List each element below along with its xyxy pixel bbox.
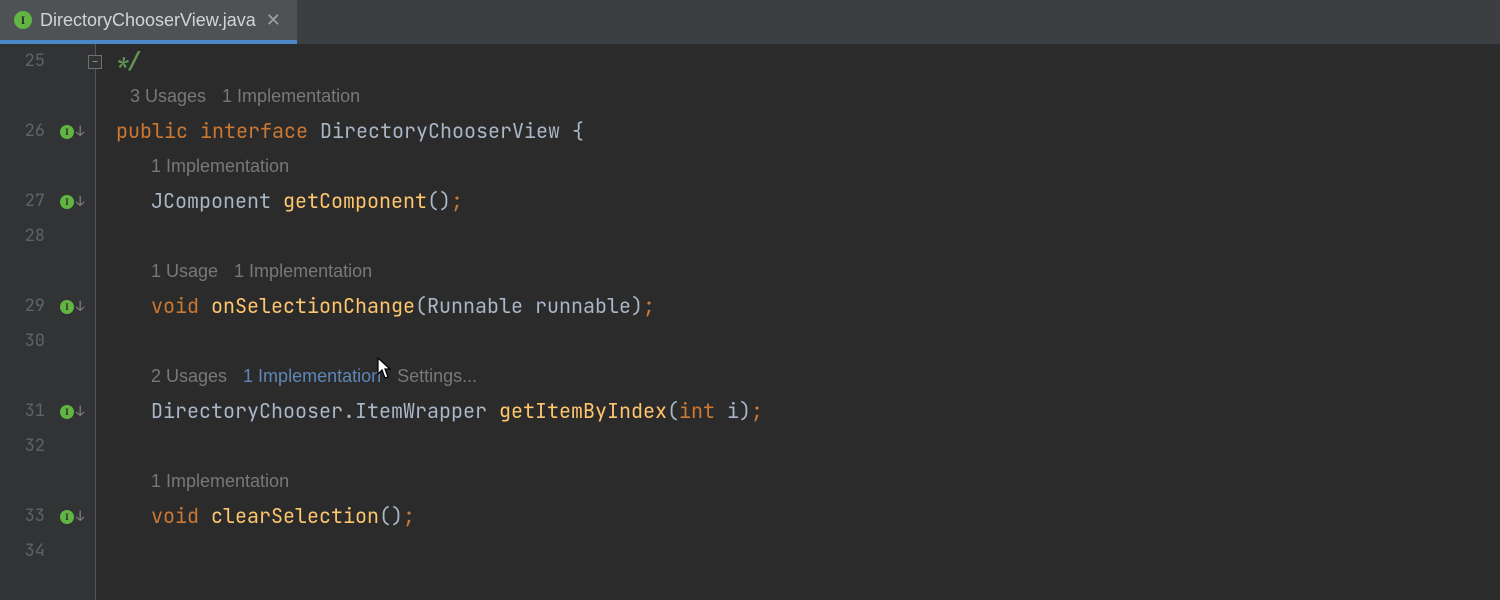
token: ; bbox=[451, 188, 463, 214]
line-number: 30 bbox=[0, 324, 55, 359]
line-number: 31 bbox=[0, 394, 55, 429]
fold-toggle-icon[interactable]: – bbox=[88, 55, 102, 69]
line-number bbox=[0, 464, 55, 499]
implementing-method-icon[interactable]: I↓ bbox=[60, 403, 84, 421]
gutter-marker-cell: – bbox=[56, 44, 95, 79]
token: runnable bbox=[535, 293, 631, 319]
line-number bbox=[0, 79, 55, 114]
token: () bbox=[427, 188, 451, 214]
token: void bbox=[151, 293, 211, 319]
inlay-hint-implementation-link[interactable]: 1 Implementation bbox=[243, 359, 381, 394]
token: ( bbox=[667, 398, 679, 424]
code-line[interactable]: void clearSelection(); bbox=[116, 499, 1500, 534]
line-number: 27 bbox=[0, 184, 55, 219]
token: ; bbox=[751, 398, 763, 424]
token: Runnable bbox=[427, 293, 535, 319]
token: ) bbox=[631, 293, 643, 319]
token: clearSelection bbox=[211, 503, 379, 529]
gutter-marker-cell bbox=[56, 149, 95, 184]
token: void bbox=[151, 503, 211, 529]
code-editor[interactable]: 25262728293031323334 –I↓I↓I↓I↓I↓ */3 Usa… bbox=[0, 44, 1500, 600]
line-number bbox=[0, 149, 55, 184]
line-number bbox=[0, 359, 55, 394]
gutter-marker-cell bbox=[56, 359, 95, 394]
code-line[interactable]: public interface DirectoryChooserView { bbox=[116, 114, 1500, 149]
inlay-hint[interactable]: 1 Implementation bbox=[234, 254, 372, 289]
editor-tab[interactable]: I DirectoryChooserView.java ✕ bbox=[0, 0, 297, 44]
line-number: 33 bbox=[0, 499, 55, 534]
token: int bbox=[679, 398, 727, 424]
close-icon[interactable]: ✕ bbox=[264, 10, 283, 31]
interface-icon: I bbox=[14, 11, 32, 29]
inlay-hint[interactable]: 3 Usages bbox=[130, 79, 206, 114]
line-number bbox=[0, 254, 55, 289]
inlay-hint[interactable]: 1 Implementation bbox=[151, 464, 289, 499]
token: i bbox=[727, 398, 739, 424]
token: */ bbox=[116, 48, 140, 74]
tab-title: DirectoryChooserView.java bbox=[40, 10, 256, 31]
gutter-marker-cell bbox=[56, 219, 95, 254]
line-number: 28 bbox=[0, 219, 55, 254]
line-number: 29 bbox=[0, 289, 55, 324]
gutter-marker-cell bbox=[56, 254, 95, 289]
inlay-hint[interactable]: 1 Implementation bbox=[151, 149, 289, 184]
token: interface bbox=[200, 118, 320, 144]
token: getItemByIndex bbox=[499, 398, 667, 424]
gutter-marker-cell: I↓ bbox=[56, 394, 95, 429]
token: ; bbox=[643, 293, 655, 319]
token: ( bbox=[415, 293, 427, 319]
token: { bbox=[572, 118, 584, 144]
code-line[interactable]: JComponent getComponent(); bbox=[116, 184, 1500, 219]
inlay-hint-settings[interactable]: Settings... bbox=[397, 359, 477, 394]
tab-bar: I DirectoryChooserView.java ✕ bbox=[0, 0, 1500, 44]
token: public bbox=[116, 118, 200, 144]
blank-line[interactable] bbox=[116, 219, 1500, 254]
gutter-marker-cell: I↓ bbox=[56, 184, 95, 219]
code-line[interactable]: DirectoryChooser.ItemWrapper getItemByIn… bbox=[116, 394, 1500, 429]
gutter-marker-cell bbox=[56, 464, 95, 499]
blank-line[interactable] bbox=[116, 324, 1500, 359]
token: DirectoryChooser.ItemWrapper bbox=[151, 398, 499, 424]
code-line[interactable]: */ bbox=[116, 44, 1500, 79]
token: onSelectionChange bbox=[211, 293, 415, 319]
implementing-method-icon[interactable]: I↓ bbox=[60, 508, 84, 526]
gutter-marker-cell: I↓ bbox=[56, 289, 95, 324]
code-line[interactable]: void onSelectionChange(Runnable runnable… bbox=[116, 289, 1500, 324]
token: getComponent bbox=[283, 188, 427, 214]
gutter-marker-cell bbox=[56, 429, 95, 464]
token: () bbox=[379, 503, 403, 529]
gutter-marker-cell: I↓ bbox=[56, 499, 95, 534]
line-number: 25 bbox=[0, 44, 55, 79]
inlay-hint[interactable]: 1 Usage bbox=[151, 254, 218, 289]
gutter-marker-cell bbox=[56, 324, 95, 359]
line-number: 32 bbox=[0, 429, 55, 464]
token: ) bbox=[739, 398, 751, 424]
blank-line[interactable] bbox=[116, 534, 1500, 569]
token: JComponent bbox=[151, 188, 283, 214]
line-number: 26 bbox=[0, 114, 55, 149]
implementing-method-icon[interactable]: I↓ bbox=[60, 298, 84, 316]
line-number-gutter: 25262728293031323334 bbox=[0, 44, 56, 600]
token: DirectoryChooserView bbox=[320, 118, 572, 144]
gutter-marker-cell: I↓ bbox=[56, 114, 95, 149]
inlay-hint[interactable]: 2 Usages bbox=[151, 359, 227, 394]
blank-line[interactable] bbox=[116, 429, 1500, 464]
implementing-method-icon[interactable]: I↓ bbox=[60, 193, 84, 211]
gutter-marker-cell bbox=[56, 79, 95, 114]
code-area[interactable]: */3 Usages1 Implementationpublic interfa… bbox=[96, 44, 1500, 600]
implementing-method-icon[interactable]: I↓ bbox=[60, 123, 84, 141]
line-number: 34 bbox=[0, 534, 55, 569]
token: ; bbox=[403, 503, 415, 529]
gutter-icon-column: – I↓ I↓ I↓ I↓ I↓ bbox=[56, 44, 96, 600]
gutter-marker-cell bbox=[56, 534, 95, 569]
inlay-hint[interactable]: 1 Implementation bbox=[222, 79, 360, 114]
